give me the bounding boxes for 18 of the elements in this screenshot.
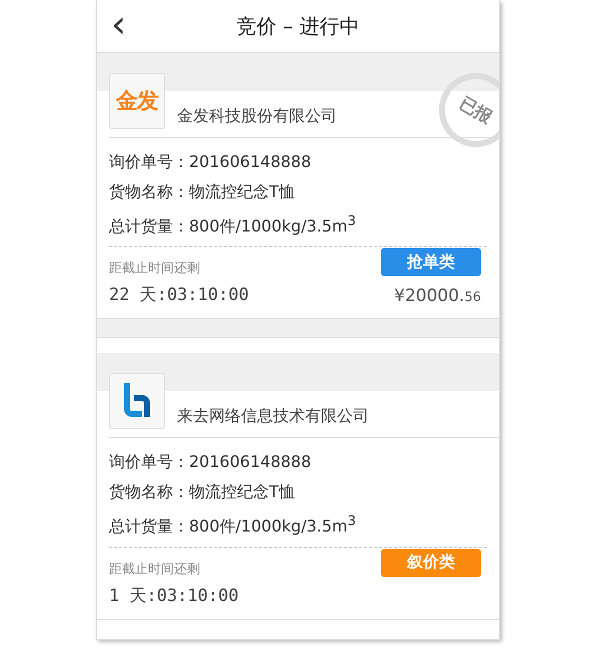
field-text: 总计货量：800件/1000kg/3.5m$^{3}$ bbox=[109, 513, 357, 538]
company-name: 来去网络信息技术有限公司 bbox=[177, 406, 369, 428]
company-logo: 金发 bbox=[109, 73, 165, 129]
field-text: 总计货量：800件/1000kg/3.5m$^{3}$ bbox=[109, 213, 357, 238]
company-name: 金发科技股份有限公司 bbox=[177, 106, 337, 127]
tag-button[interactable]: 抢单类 bbox=[381, 248, 481, 276]
field-text: 询价单号：201606148888 bbox=[109, 151, 312, 173]
page-title: 竞价 – 进行中 bbox=[236, 12, 360, 40]
countdown-label: 距截止时间还剩 bbox=[109, 260, 201, 278]
back-button[interactable]: ‹ bbox=[111, 4, 126, 44]
field-text: 货物名称：物流控纪念T恤 bbox=[109, 181, 296, 203]
countdown-timer: 1 天:03:10:00 bbox=[109, 584, 240, 607]
tag-button[interactable]: 叙价类 bbox=[381, 548, 481, 577]
countdown-timer: 22 天:03:10:00 bbox=[109, 284, 250, 306]
countdown-label: 距截止时间还剩 bbox=[109, 560, 201, 578]
field-text: 询价单号：201606148888 bbox=[109, 451, 312, 474]
field-text: 货物名称：物流控纪念T恤 bbox=[109, 481, 296, 504]
price: ¥20000.56 bbox=[393, 286, 481, 306]
